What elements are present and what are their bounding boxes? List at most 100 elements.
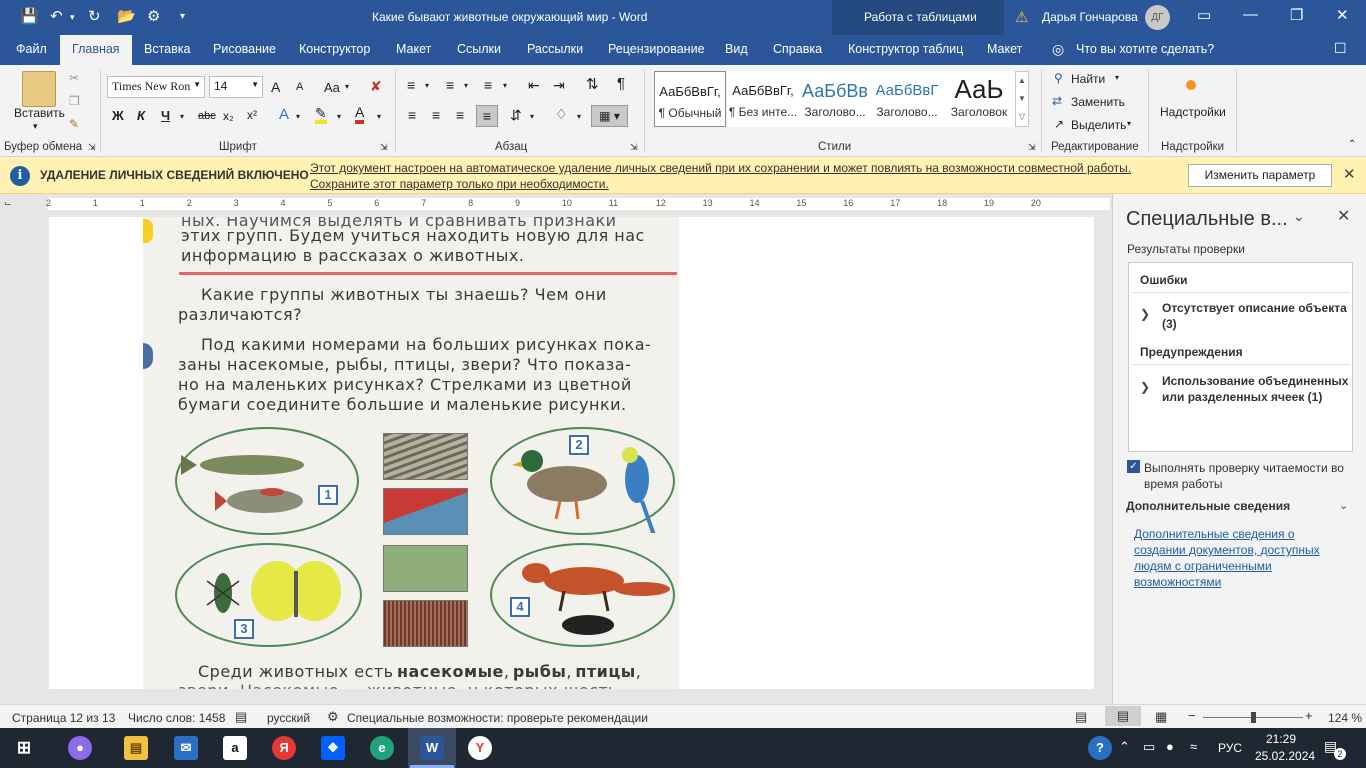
undo-dropdown-icon[interactable]: ▾ [70,12,75,23]
chevron-down-icon[interactable]: ⌄ [1293,208,1305,225]
bullets-dropdown-icon[interactable]: ▾ [425,81,429,90]
chevron-down-icon[interactable]: ⌄ [1339,499,1348,512]
tab-table-layout[interactable]: Макет [987,42,1022,56]
chevron-down-icon[interactable]: ▼ [251,80,259,89]
tab-table-design[interactable]: Конструктор таблиц [848,42,963,56]
edge-icon[interactable]: e [370,736,394,760]
tab-view[interactable]: Вид [725,42,748,56]
message-text-line2[interactable]: Сохраните этот параметр только при необх… [310,177,609,191]
bullets-icon[interactable]: ≡ [407,77,415,93]
font-launcher-icon[interactable]: ⇲ [380,142,388,153]
change-setting-button[interactable]: Изменить параметр [1188,164,1332,187]
addins-button[interactable]: Надстройки [1160,105,1226,119]
strikethrough-button[interactable]: abc [198,110,216,122]
chevron-right-icon[interactable]: ❯ [1140,307,1150,321]
align-left-icon[interactable]: ≡ [408,107,416,123]
style-no-spacing[interactable]: АаБбВвГг, ¶ Без инте... [727,71,799,127]
yandex-icon[interactable]: Я [272,736,296,760]
dropbox-icon[interactable]: ❖ [321,736,345,760]
line-spacing-icon[interactable]: ⇵ [510,107,522,124]
word-count[interactable]: Число слов: 1458 [128,711,225,725]
tab-references[interactable]: Ссылки [457,42,501,56]
clear-formatting-icon[interactable]: ✘ [370,78,382,95]
close-icon[interactable]: ✕ [1343,165,1356,183]
close-icon[interactable]: ✕ [1337,206,1350,226]
paste-dropdown-icon[interactable]: ▾ [33,121,38,132]
save-icon[interactable]: 💾 [20,7,39,25]
checkbox-readability[interactable]: ✓ [1127,460,1140,473]
page-count[interactable]: Страница 12 из 13 [12,711,115,725]
customize-qat-icon[interactable]: ▾ [180,11,185,22]
comments-icon[interactable]: ☐ [1334,40,1347,57]
input-language[interactable]: РУС [1218,741,1242,755]
battery-icon[interactable]: ▭ [1143,739,1155,755]
font-color-dropdown-icon[interactable]: ▾ [377,112,381,121]
shading-icon[interactable]: ♢ [555,106,568,123]
microphone-icon[interactable]: ● [1166,739,1174,754]
cut-icon[interactable]: ✂ [69,71,79,85]
select-dropdown-icon[interactable]: ▾ [1127,119,1131,128]
restore-icon[interactable]: ❐ [1290,6,1303,24]
clock-date[interactable]: 25.02.2024 [1255,749,1315,763]
print-layout-icon[interactable]: ▤ [1105,706,1141,726]
decrease-indent-icon[interactable]: ⇤ [528,77,540,94]
paragraph-launcher-icon[interactable]: ⇲ [630,142,638,153]
font-color-icon[interactable]: A [355,105,365,124]
chevron-right-icon[interactable]: ❯ [1140,380,1150,394]
replace-button[interactable]: Заменить [1071,95,1125,109]
underline-button[interactable]: Ч [161,108,170,123]
clipboard-icon[interactable] [22,71,56,107]
redo-icon[interactable]: ↻ [88,7,101,25]
pilcrow-icon[interactable]: ¶ [617,75,625,92]
alice-icon[interactable]: ● [68,736,92,760]
horizontal-ruler[interactable]: 2 1 1 2 3 4 5 6 7 8 9 10 11 12 13 14 15 16 17 18 19 20 [46,198,1110,210]
underline-dropdown-icon[interactable]: ▾ [180,112,184,121]
font-size-combobox[interactable]: 14 ▼ [209,76,263,98]
word-icon[interactable]: W [420,736,444,760]
additional-info-link[interactable]: Дополнительные сведения о создании докум… [1134,526,1349,590]
web-layout-icon[interactable]: ▦ [1155,709,1167,725]
italic-button[interactable]: К [137,108,145,123]
additional-info-heading[interactable]: Дополнительные сведения [1126,499,1290,513]
tab-draw[interactable]: Рисование [213,42,276,56]
clipboard-launcher-icon[interactable]: ⇲ [88,142,96,153]
paste-button[interactable]: Вставить [14,106,65,120]
find-dropdown-icon[interactable]: ▾ [1115,73,1119,82]
subscript-button[interactable]: x₂ [223,109,234,123]
line-spacing-dropdown-icon[interactable]: ▾ [530,112,534,121]
change-case-button[interactable]: Aa [324,80,340,95]
bold-button[interactable]: Ж [112,108,124,123]
tab-mailings[interactable]: Рассылки [527,42,583,56]
avatar[interactable]: ДГ [1145,5,1170,30]
tab-help[interactable]: Справка [773,42,822,56]
select-button[interactable]: Выделить [1071,118,1126,132]
zoom-in-icon[interactable]: + [1305,708,1313,723]
styles-launcher-icon[interactable]: ⇲ [1028,142,1036,153]
accessibility-status[interactable]: Специальные возможности: проверьте реком… [347,711,648,725]
numbering-icon[interactable]: ≡ [446,77,454,93]
read-mode-icon[interactable]: ▤ [1075,709,1087,725]
tab-layout[interactable]: Макет [396,42,431,56]
text-effects-dropdown-icon[interactable]: ▾ [296,112,300,121]
tab-home[interactable]: Главная [60,35,132,65]
message-text-line1[interactable]: Этот документ настроен на автоматическое… [310,161,1131,175]
copy-icon[interactable]: ❐ [69,94,80,108]
collapse-ribbon-icon[interactable]: ⌃ [1348,139,1356,150]
undo-icon[interactable]: ↶ [50,7,63,25]
chevron-down-icon[interactable]: ▼ [193,80,201,89]
proofing-icon[interactable]: ▤ [235,709,247,725]
close-icon[interactable]: ✕ [1336,6,1349,24]
find-button[interactable]: Найти [1071,72,1105,86]
case-dropdown-icon[interactable]: ▾ [345,82,349,91]
grow-font-button[interactable]: A [271,79,280,95]
tab-file[interactable]: Файл [16,42,47,56]
tab-design[interactable]: Конструктор [299,42,370,56]
shading-dropdown-icon[interactable]: ▾ [577,112,581,121]
justify-icon[interactable]: ≡ [476,105,498,127]
amazon-icon[interactable]: a [223,736,247,760]
tell-me-search[interactable]: Что вы хотите сделать? [1076,42,1214,56]
highlight-icon[interactable]: ✎ [315,106,327,124]
network-icon[interactable]: ≈ [1190,739,1197,754]
language[interactable]: русский [267,711,310,725]
zoom-out-icon[interactable]: − [1188,708,1196,723]
